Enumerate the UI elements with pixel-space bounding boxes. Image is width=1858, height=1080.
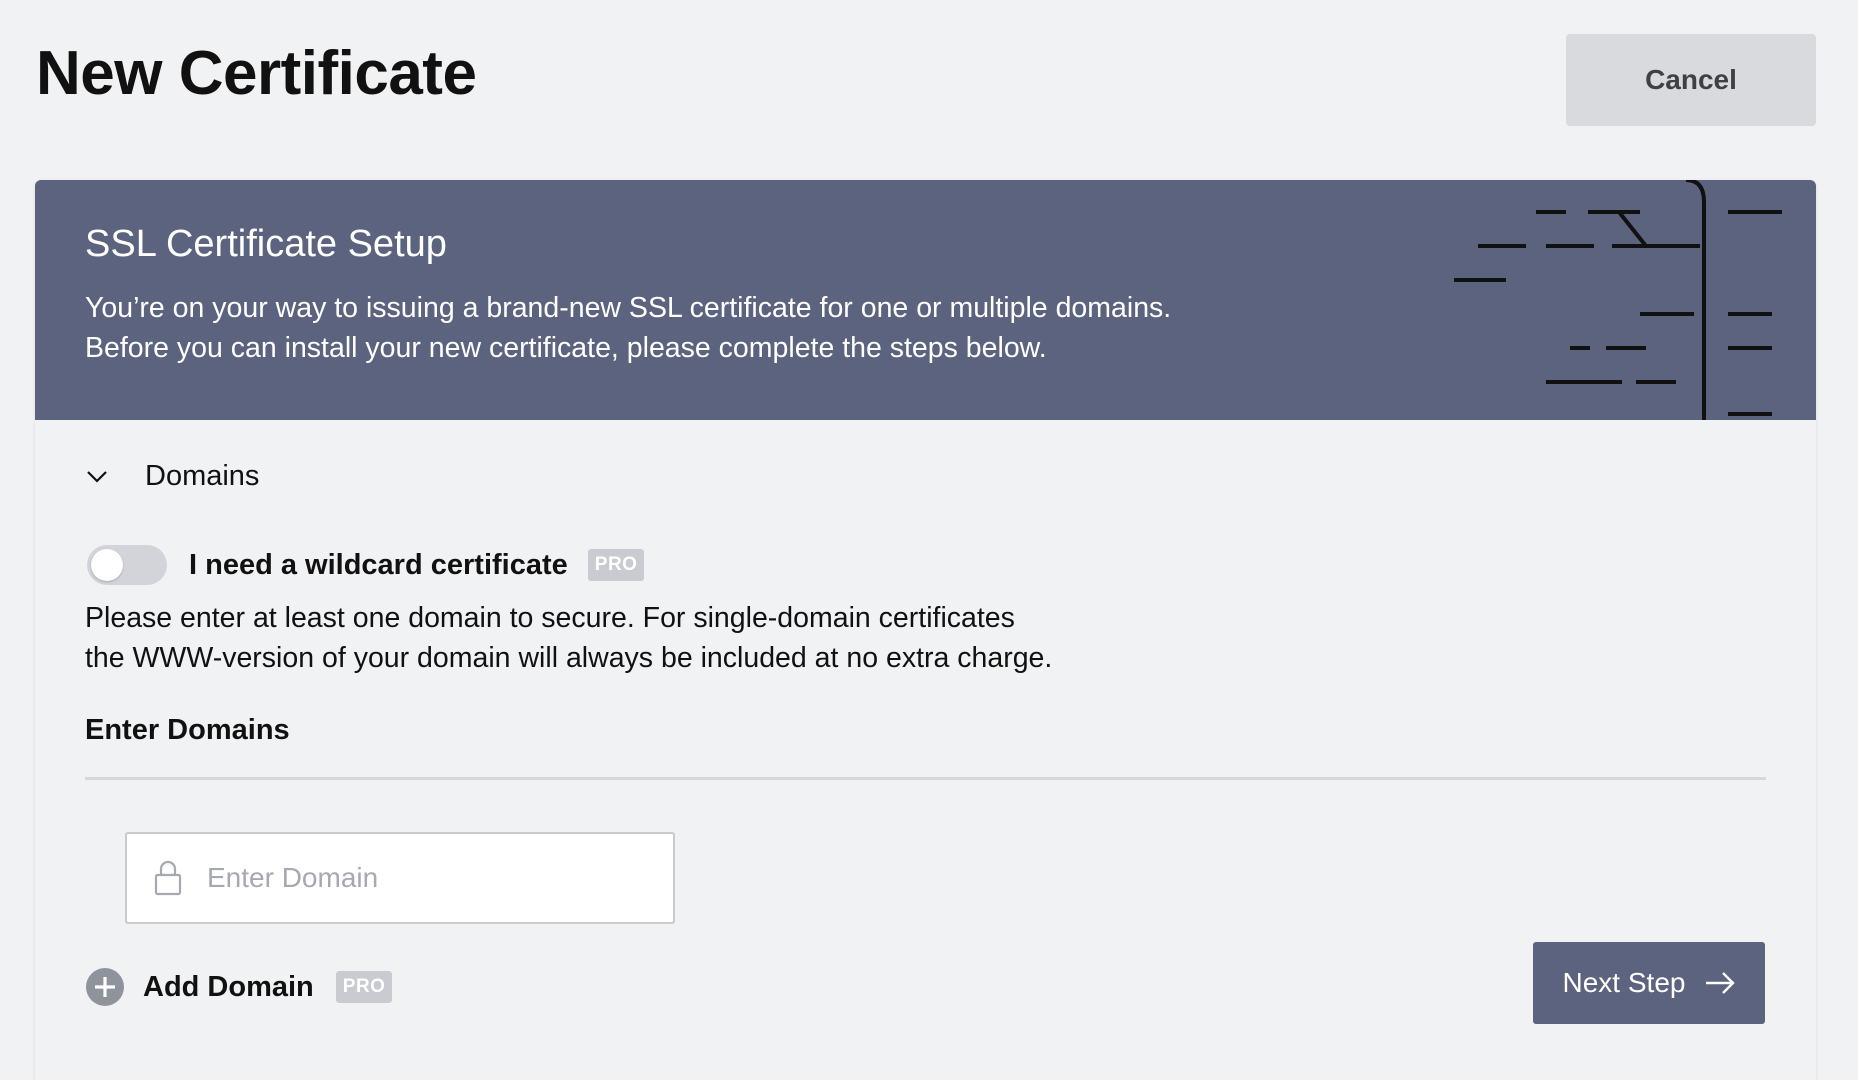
setup-banner: SSL Certificate Setup You’re on your way… <box>35 180 1816 420</box>
wildcard-toggle-label: I need a wildcard certificate <box>189 548 568 581</box>
domain-input-field[interactable] <box>125 832 675 924</box>
add-domain-button[interactable]: Add Domain PRO <box>85 966 393 1008</box>
arrow-right-icon <box>1706 972 1736 994</box>
enter-domains-label: Enter Domains <box>85 714 290 746</box>
cancel-button[interactable]: Cancel <box>1566 34 1816 126</box>
domains-help-text: Please enter at least one domain to secu… <box>85 598 1285 678</box>
page-header: New Certificate Cancel <box>36 34 1816 126</box>
domains-section-title: Domains <box>145 459 260 492</box>
circuit-decoration-icon <box>1454 180 1782 420</box>
toggle-knob <box>91 549 123 581</box>
wildcard-toggle[interactable] <box>87 545 167 585</box>
certificate-setup-card: SSL Certificate Setup You’re on your way… <box>35 180 1816 1080</box>
next-step-button[interactable]: Next Step <box>1533 942 1765 1024</box>
help-text-line-1: Please enter at least one domain to secu… <box>85 602 1015 634</box>
page-title: New Certificate <box>36 39 477 108</box>
next-step-label: Next Step <box>1562 967 1686 998</box>
add-domain-label: Add Domain <box>143 970 314 1003</box>
banner-description-line-2: Before you can install your new certific… <box>85 332 1047 364</box>
pro-badge: PRO <box>335 971 393 1003</box>
lock-icon <box>154 860 182 896</box>
section-divider <box>85 777 1766 780</box>
wildcard-toggle-row: I need a wildcard certificate PRO <box>87 544 645 586</box>
banner-description-line-1: You’re on your way to issuing a brand-ne… <box>85 292 1172 324</box>
plus-circle-icon <box>86 968 124 1006</box>
banner-title: SSL Certificate Setup <box>85 223 447 265</box>
help-text-line-2: the WWW-version of your domain will alwa… <box>85 642 1053 674</box>
pro-badge: PRO <box>587 549 645 581</box>
domain-input[interactable] <box>207 862 647 894</box>
chevron-down-icon <box>87 471 107 483</box>
banner-description: You’re on your way to issuing a brand-ne… <box>85 288 1335 368</box>
domains-section-toggle[interactable]: Domains <box>85 456 259 496</box>
